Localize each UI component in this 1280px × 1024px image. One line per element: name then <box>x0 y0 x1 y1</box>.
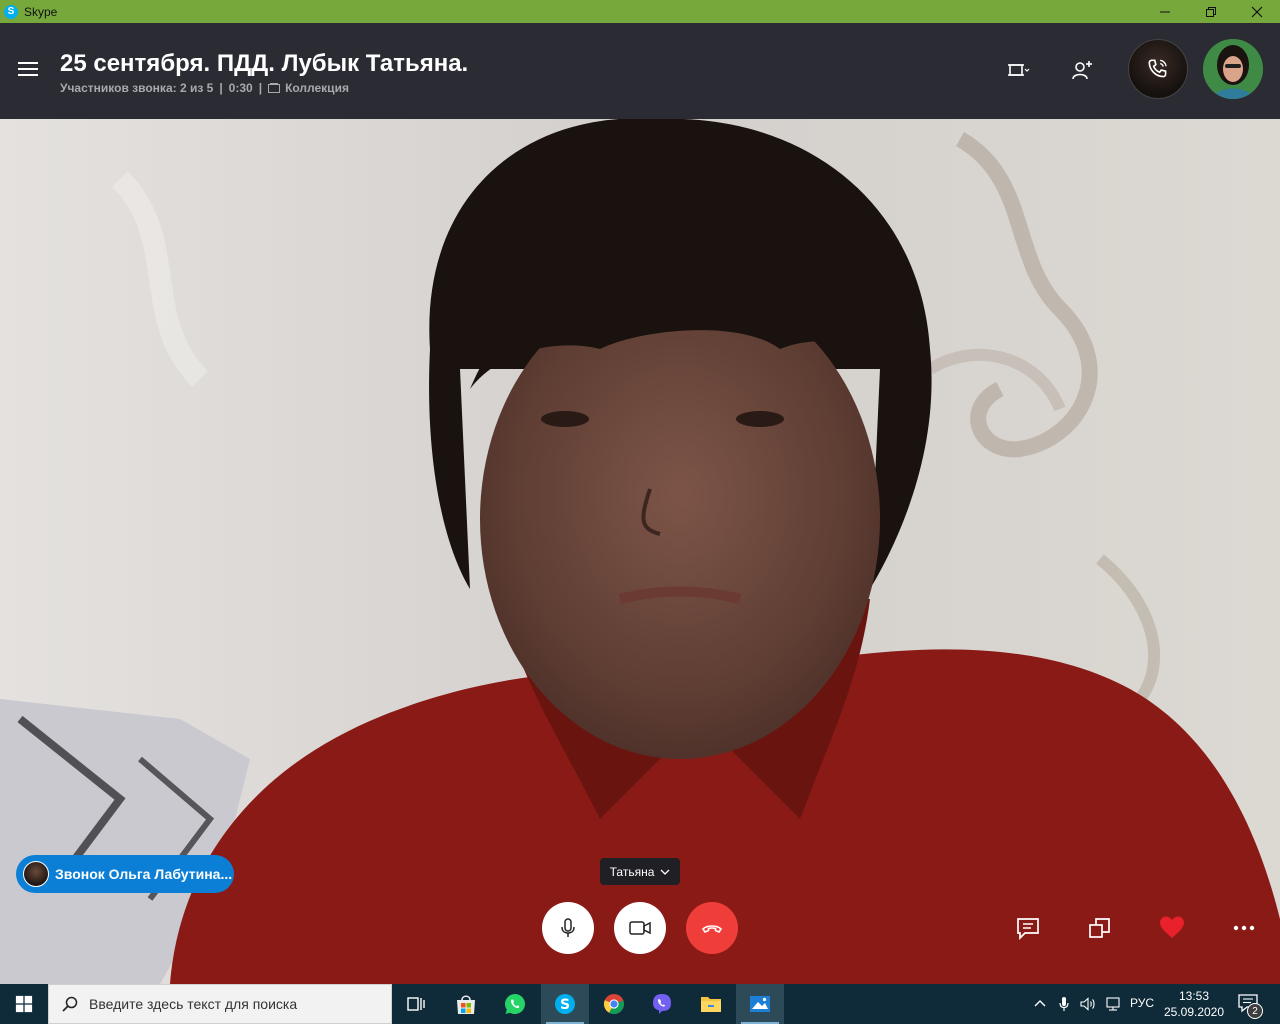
minimize-icon <box>1160 11 1170 12</box>
reaction-button[interactable] <box>1154 910 1190 946</box>
participants-count: Участников звонка: 2 из 5 <box>60 81 214 95</box>
add-person-icon <box>1072 61 1092 80</box>
store-bag-icon <box>457 995 475 1014</box>
ellipsis-icon <box>1233 925 1255 931</box>
microphone-icon <box>561 918 575 937</box>
input-language[interactable]: РУС <box>1130 996 1154 1010</box>
task-view-icon <box>407 997 425 1011</box>
network-icon <box>1106 997 1120 1011</box>
windows-overlap-icon <box>1089 918 1110 938</box>
caller-avatar <box>23 861 49 887</box>
gallery-link[interactable]: Коллекция <box>285 81 349 95</box>
gallery-icon <box>268 83 281 93</box>
svg-text:S: S <box>560 997 570 1013</box>
tray-microphone[interactable] <box>1054 984 1074 1024</box>
taskbar-file-explorer[interactable] <box>687 984 735 1024</box>
self-avatar[interactable] <box>1203 39 1263 99</box>
phone-ringing-icon <box>1148 59 1167 78</box>
end-call-button[interactable] <box>686 902 738 954</box>
start-button[interactable] <box>0 984 48 1024</box>
remote-video: Звонок Ольга Лабутина... Татьяна <box>0 119 1280 984</box>
tray-volume[interactable] <box>1078 984 1098 1024</box>
whatsapp-icon <box>505 994 525 1014</box>
window-controls <box>1142 0 1280 23</box>
add-participant-button[interactable] <box>1064 52 1100 88</box>
taskbar-store[interactable] <box>442 984 490 1024</box>
tray-network[interactable] <box>1102 984 1124 1024</box>
minimize-button[interactable] <box>1142 0 1188 23</box>
search-icon <box>62 996 78 1012</box>
taskbar-chrome[interactable] <box>590 984 638 1024</box>
restore-icon <box>1206 6 1216 17</box>
taskbar-skype[interactable]: S <box>541 984 589 1024</box>
taskbar-search[interactable]: Введите здесь текст для поиска <box>48 984 392 1024</box>
taskbar-photos[interactable] <box>736 984 784 1024</box>
clock-date: 25.09.2020 <box>1163 1005 1225 1019</box>
mute-button[interactable] <box>542 902 594 954</box>
incoming-call-notification[interactable]: Звонок Ольга Лабутина... <box>16 855 234 893</box>
restore-button[interactable] <box>1188 0 1234 23</box>
hamburger-menu-icon[interactable] <box>16 57 40 81</box>
speaker-volume-icon <box>1080 997 1095 1011</box>
switch-camera-button[interactable] <box>1000 52 1036 88</box>
microphone-icon <box>1059 997 1069 1011</box>
taskbar: Введите здесь текст для поиска S РУС 13:… <box>0 984 1280 1024</box>
more-options-button[interactable] <box>1226 910 1262 946</box>
window-title: Skype <box>24 4 58 19</box>
participant-avatar[interactable] <box>1128 39 1188 99</box>
taskbar-whatsapp[interactable] <box>491 984 539 1024</box>
photos-icon <box>750 996 770 1012</box>
notification-text: Звонок Ольга Лабутина... <box>55 866 233 882</box>
notification-badge: 2 <box>1247 1003 1263 1019</box>
task-view-button[interactable] <box>392 984 440 1024</box>
speaker-name-dropdown[interactable]: Татьяна <box>600 858 680 885</box>
windows-logo-icon <box>15 995 33 1013</box>
viber-icon <box>653 994 671 1014</box>
hang-up-icon <box>701 925 723 933</box>
chat-icon <box>1017 918 1039 941</box>
call-header: 25 сентября. ПДД. Лубык Татьяна. Участни… <box>0 23 1280 119</box>
screen-frame-icon <box>1008 64 1030 76</box>
separator: | <box>258 81 263 95</box>
search-placeholder: Введите здесь текст для поиска <box>89 996 298 1012</box>
skype-icon: S <box>555 994 575 1014</box>
window-titlebar: S Skype <box>0 0 1280 23</box>
self-avatar-image <box>1203 39 1263 99</box>
call-info: Участников звонка: 2 из 5 | 0:30 | Колле… <box>60 81 349 95</box>
skype-icon: S <box>4 4 18 19</box>
taskbar-viber[interactable] <box>638 984 686 1024</box>
speaker-name: Татьяна <box>609 864 655 879</box>
switch-view-button[interactable] <box>1082 910 1118 946</box>
close-icon <box>1251 6 1263 17</box>
video-camera-icon <box>629 921 651 935</box>
call-duration: 0:30 <box>228 81 253 95</box>
close-button[interactable] <box>1234 0 1280 23</box>
clock[interactable]: 13:53 25.09.2020 <box>1160 988 1228 1020</box>
heart-icon <box>1160 916 1184 938</box>
folder-icon <box>701 997 721 1012</box>
call-title: 25 сентября. ПДД. Лубык Татьяна. <box>60 50 469 77</box>
separator: | <box>219 81 223 95</box>
chevron-down-icon <box>660 869 670 875</box>
chrome-icon <box>603 994 624 1015</box>
video-toggle-button[interactable] <box>614 902 666 954</box>
clock-time: 13:53 <box>1178 989 1210 1003</box>
show-hidden-icons-button[interactable] <box>1030 984 1050 1024</box>
chevron-up-icon <box>1034 1000 1046 1007</box>
chat-button[interactable] <box>1010 910 1046 946</box>
